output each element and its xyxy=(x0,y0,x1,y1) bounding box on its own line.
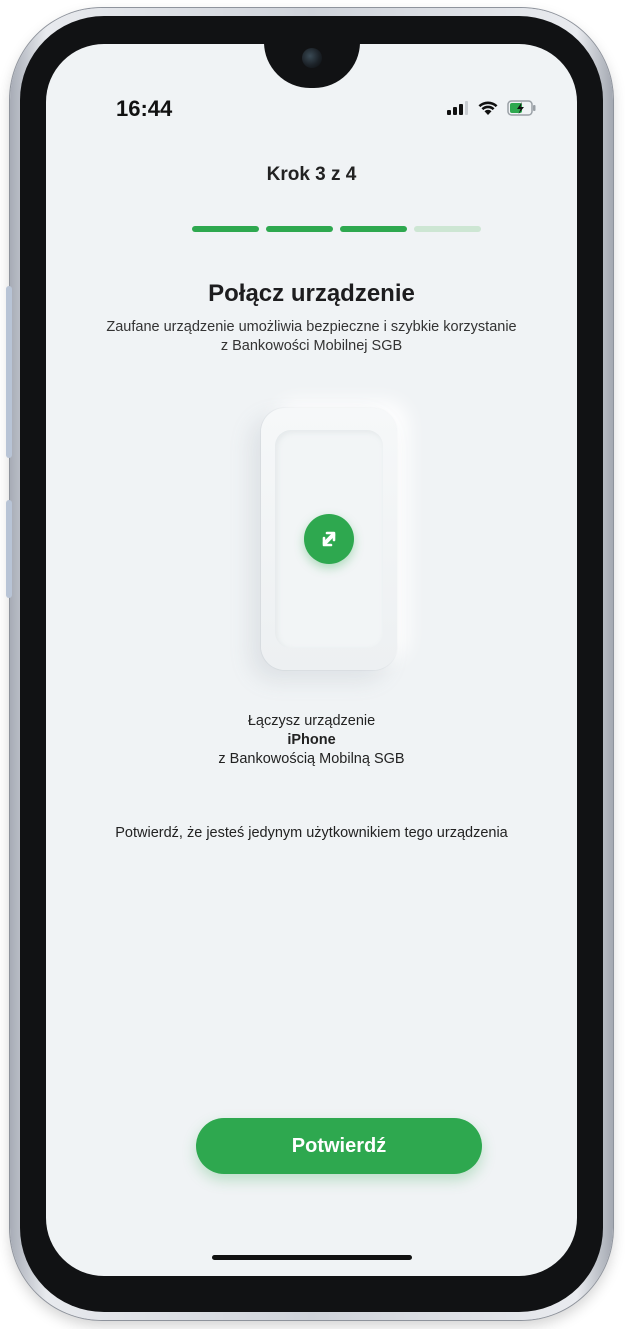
confirm-button[interactable]: Potwierdź xyxy=(196,1118,482,1174)
device-name: iPhone xyxy=(287,732,336,748)
page-subtitle: Zaufane urządzenie umożliwia bezpieczne … xyxy=(106,319,517,354)
page-title: Połącz urządzenie xyxy=(208,280,415,307)
progress-step-1 xyxy=(192,226,259,232)
device-illustration xyxy=(261,408,397,670)
step-indicator: Krok 3 z 4 xyxy=(266,164,357,185)
phone-frame: 16:44 Krok 3 z 4 Połącz urządzenie Zaufa… xyxy=(6,8,613,1320)
battery-charging-icon xyxy=(507,100,536,116)
progress-step-2 xyxy=(266,226,333,232)
wifi-icon xyxy=(478,101,498,115)
signal-icon xyxy=(447,101,468,115)
phone-bezel: 16:44 Krok 3 z 4 Połącz urządzenie Zaufa… xyxy=(20,16,603,1312)
progress-step-4 xyxy=(414,226,481,232)
phone-screen: 16:44 Krok 3 z 4 Połącz urządzenie Zaufa… xyxy=(46,44,577,1276)
volume-button xyxy=(6,286,12,458)
power-button xyxy=(6,500,12,598)
device-info: Łączysz urządzenie iPhone z Bankowością … xyxy=(86,712,537,769)
confirm-description: Potwierdź, że jesteś jedynym użytkowniki… xyxy=(115,825,508,841)
camera-notch xyxy=(263,44,360,88)
step-progress-bar xyxy=(192,226,481,232)
status-time: 16:44 xyxy=(116,96,173,121)
device-info-line1: Łączysz urządzenie xyxy=(247,713,376,729)
status-icons xyxy=(447,100,537,116)
progress-step-3 xyxy=(340,226,407,232)
front-camera xyxy=(301,48,322,68)
sync-arrows-icon xyxy=(304,514,354,564)
device-info-line2: z Bankowością Mobilną SGB xyxy=(218,751,405,767)
home-indicator[interactable] xyxy=(211,1255,412,1260)
